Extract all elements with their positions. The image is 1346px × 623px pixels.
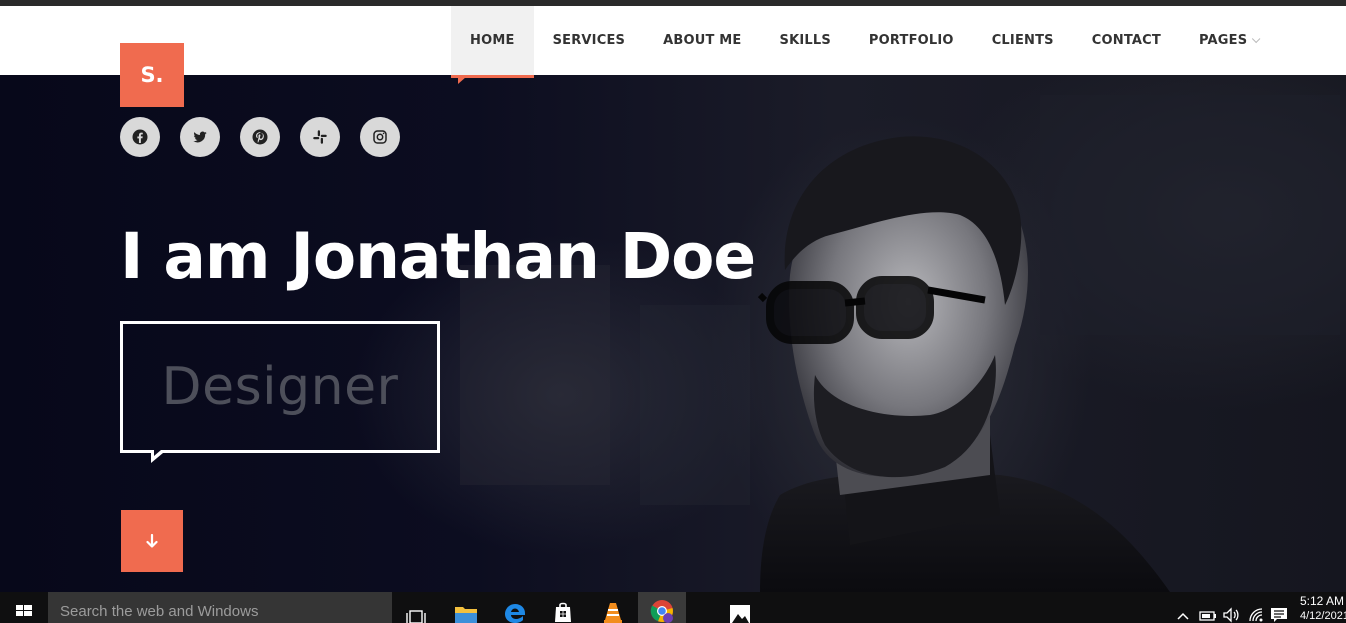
- file-explorer-button[interactable]: [442, 592, 490, 623]
- taskbar-clock[interactable]: 5:12 AM 4/12/2021: [1300, 594, 1346, 623]
- wifi-icon: [1249, 608, 1263, 622]
- nav-about-me-label: ABOUT ME: [663, 33, 742, 48]
- clock-time: 5:12 AM: [1300, 594, 1345, 608]
- nav-skills-label: SKILLS: [779, 33, 831, 48]
- nav-home[interactable]: HOME: [451, 6, 534, 84]
- photos-icon: [730, 605, 750, 623]
- taskbar-search-box[interactable]: Search the web and Windows: [48, 592, 392, 623]
- nav-clients-label: CLIENTS: [991, 33, 1054, 48]
- instagram-link[interactable]: [360, 117, 400, 157]
- battery-icon: [1199, 611, 1216, 621]
- windows-logo-icon: [16, 604, 32, 616]
- role-typewriter-box: Designer: [120, 321, 440, 463]
- nav-skills[interactable]: SKILLS: [761, 6, 850, 75]
- instagram-icon: [373, 130, 387, 144]
- vlc-button[interactable]: [589, 592, 637, 623]
- edge-icon: [505, 604, 525, 623]
- hero-headline: I am Jonathan Doe: [120, 220, 756, 293]
- role-text: Designer: [161, 357, 399, 417]
- slack-link[interactable]: [300, 117, 340, 157]
- twitter-link[interactable]: [180, 117, 220, 157]
- active-indicator: [458, 77, 466, 84]
- facebook-icon: [132, 129, 148, 145]
- volume-icon: [1223, 607, 1239, 623]
- edge-button[interactable]: [491, 592, 539, 623]
- task-view-icon: [406, 610, 426, 623]
- twitter-icon: [193, 131, 207, 143]
- site-logo[interactable]: S.: [120, 43, 184, 107]
- nav-about-me[interactable]: ABOUT ME: [644, 6, 760, 75]
- store-button[interactable]: [539, 592, 587, 623]
- arrow-down-icon: [146, 534, 158, 548]
- nav-home-label: HOME: [470, 33, 515, 48]
- nav-pages-label: PAGES: [1198, 33, 1248, 48]
- chrome-button[interactable]: [638, 592, 686, 623]
- browser-page: I am Jonathan Doe Designer HOME SERVICES…: [0, 0, 1346, 623]
- slack-icon: [313, 130, 327, 144]
- social-links: [120, 117, 400, 157]
- nav-clients[interactable]: CLIENTS: [973, 6, 1073, 75]
- facebook-link[interactable]: [120, 117, 160, 157]
- chevron-down-icon: [1252, 34, 1261, 43]
- battery-tray-button[interactable]: [1198, 592, 1218, 623]
- start-button[interactable]: [0, 592, 48, 623]
- speech-tail-inner: [154, 450, 161, 456]
- volume-tray-button[interactable]: [1221, 592, 1241, 623]
- main-nav: HOME SERVICES ABOUT ME SKILLS PORTFOLIO …: [451, 6, 1276, 84]
- vlc-icon: [604, 603, 622, 623]
- file-explorer-icon: [455, 607, 477, 623]
- tray-overflow-button[interactable]: [1174, 592, 1192, 623]
- notification-icon: [1271, 608, 1287, 622]
- nav-services-label: SERVICES: [552, 33, 626, 48]
- nav-contact[interactable]: CONTACT: [1073, 6, 1180, 75]
- pinterest-icon: [252, 129, 268, 145]
- nav-pages[interactable]: PAGES: [1180, 6, 1276, 75]
- windows-taskbar: Search the web and Windows 5:12 AM 4/12/…: [0, 592, 1346, 623]
- nav-services[interactable]: SERVICES: [534, 6, 645, 75]
- pinterest-link[interactable]: [240, 117, 280, 157]
- nav-contact-label: CONTACT: [1091, 33, 1161, 48]
- chrome-icon: [650, 600, 673, 623]
- task-view-button[interactable]: [392, 592, 440, 623]
- action-center-button[interactable]: [1268, 592, 1290, 623]
- hero-section: I am Jonathan Doe Designer: [0, 75, 1346, 592]
- nav-portfolio-label: PORTFOLIO: [868, 33, 954, 48]
- wifi-tray-button[interactable]: [1246, 592, 1266, 623]
- chevron-up-icon: [1177, 612, 1189, 620]
- scroll-down-button[interactable]: [121, 510, 183, 572]
- store-icon: [555, 602, 571, 622]
- nav-portfolio[interactable]: PORTFOLIO: [850, 6, 973, 75]
- photos-button[interactable]: [716, 592, 764, 623]
- clock-date: 4/12/2021: [1300, 610, 1346, 622]
